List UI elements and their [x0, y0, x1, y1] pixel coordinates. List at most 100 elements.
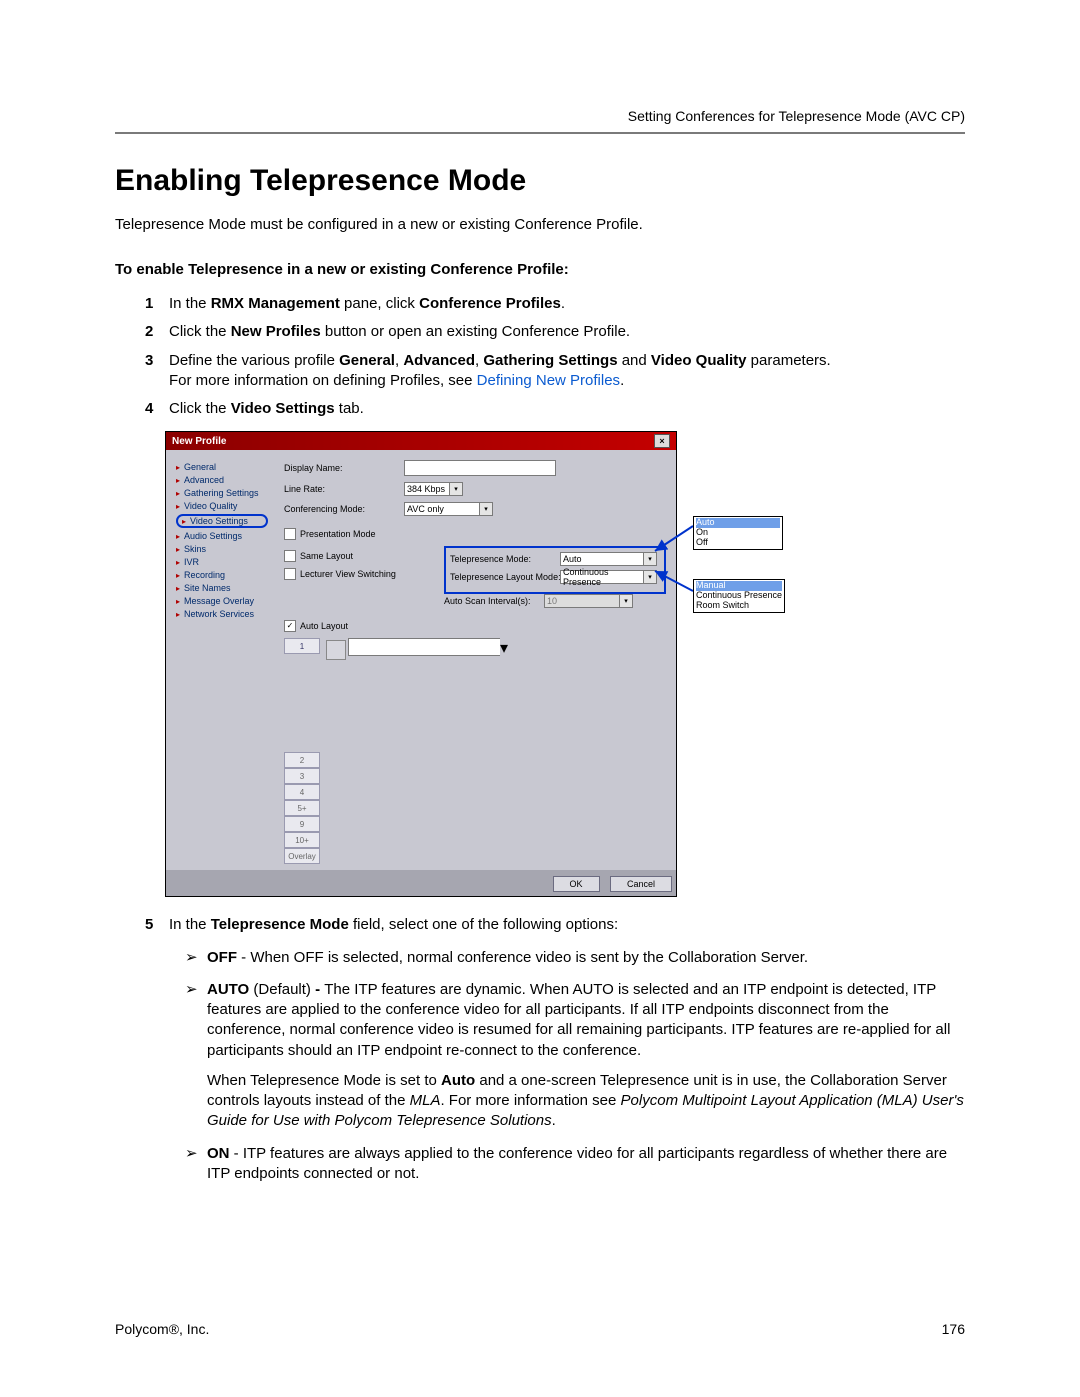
chevron-down-icon: ▾	[479, 502, 493, 516]
nav-video-settings[interactable]: ▸Video Settings	[176, 514, 268, 528]
arrow-icon: ▸	[176, 489, 180, 498]
select-conf-mode[interactable]: AVC only ▾	[404, 502, 493, 516]
close-icon[interactable]: ×	[654, 434, 670, 448]
label-same-layout: Same Layout	[300, 551, 353, 561]
nav-message-overlay[interactable]: ▸Message Overlay	[176, 596, 268, 606]
label-auto-layout: Auto Layout	[300, 621, 348, 631]
step-1: 1 In the RMX Management pane, click Conf…	[145, 294, 965, 314]
select-tp-layout[interactable]: Continuous Presence ▾	[560, 570, 657, 584]
options-list: OFF - When OFF is selected, normal confe…	[185, 948, 965, 1185]
step-number: 4	[145, 399, 169, 419]
procedure-steps: 1 In the RMX Management pane, click Conf…	[145, 294, 965, 419]
step-3: 3 Define the various profile General, Ad…	[145, 351, 965, 392]
checkbox-presentation[interactable]	[284, 528, 296, 540]
step-text: Click the Video Settings tab.	[169, 399, 965, 419]
input-display-name[interactable]	[404, 460, 556, 476]
arrow-icon: ▸	[176, 545, 180, 554]
select-auto-scan[interactable]: 10 ▾	[544, 594, 633, 608]
participants-tab-1[interactable]: 1	[284, 638, 320, 654]
new-profile-dialog: New Profile × ▸General ▸Advanced ▸Gather…	[165, 431, 677, 897]
label-display-name: Display Name:	[284, 463, 404, 473]
page-number: 176	[942, 1321, 965, 1337]
select-layout[interactable]: ▾	[348, 638, 508, 656]
participants-tab-overlay[interactable]: Overlay	[284, 848, 320, 864]
nav-ivr[interactable]: ▸IVR	[176, 557, 268, 567]
step-text: Click the New Profiles button or open an…	[169, 322, 965, 342]
procedure-subhead: To enable Telepresence in a new or exist…	[115, 261, 965, 278]
label-line-rate: Line Rate:	[284, 484, 404, 494]
participants-tab-5plus[interactable]: 5+	[284, 800, 320, 816]
nav-skins[interactable]: ▸Skins	[176, 544, 268, 554]
page-footer: Polycom®, Inc. 176	[115, 1321, 965, 1337]
dialog-form: Display Name: Line Rate: 384 Kbps ▾ Conf…	[274, 450, 676, 870]
dialog-nav: ▸General ▸Advanced ▸Gathering Settings ▸…	[166, 450, 274, 870]
arrow-icon: ▸	[176, 584, 180, 593]
checkbox-same-layout[interactable]	[284, 550, 296, 562]
cancel-button[interactable]: Cancel	[610, 876, 672, 892]
page-title: Enabling Telepresence Mode	[115, 164, 965, 198]
arrow-icon: ▸	[176, 463, 180, 472]
nav-general[interactable]: ▸General	[176, 462, 268, 472]
participants-tab-10plus[interactable]: 10+	[284, 832, 320, 848]
chevron-down-icon: ▾	[449, 482, 463, 496]
checkbox-lecturer[interactable]	[284, 568, 296, 580]
nav-site-names[interactable]: ▸Site Names	[176, 583, 268, 593]
chevron-down-icon: ▾	[619, 594, 633, 608]
option-off: OFF - When OFF is selected, normal confe…	[185, 948, 965, 968]
nav-recording[interactable]: ▸Recording	[176, 570, 268, 580]
arrow-icon: ▸	[176, 532, 180, 541]
procedure-steps-cont: 5 In the Telepresence Mode field, select…	[145, 915, 965, 935]
participants-tab-3[interactable]: 3	[284, 768, 320, 784]
option-auto: AUTO (Default) - The ITP features are dy…	[185, 980, 965, 1132]
step-text: In the Telepresence Mode field, select o…	[169, 915, 965, 935]
dialog-body: ▸General ▸Advanced ▸Gathering Settings ▸…	[166, 450, 676, 870]
label-conf-mode: Conferencing Mode:	[284, 504, 404, 514]
callout-telepresence-layout: Manual Continuous Presence Room Switch	[693, 579, 785, 613]
footer-company: Polycom®, Inc.	[115, 1321, 209, 1337]
chevron-down-icon: ▾	[643, 570, 657, 584]
arrow-icon: ▸	[176, 558, 180, 567]
step-number: 1	[145, 294, 169, 314]
nav-video-quality[interactable]: ▸Video Quality	[176, 501, 268, 511]
select-line-rate[interactable]: 384 Kbps ▾	[404, 482, 463, 496]
step-text: In the RMX Management pane, click Confer…	[169, 294, 965, 314]
step-text: Define the various profile General, Adva…	[169, 351, 965, 392]
arrow-icon: ▸	[176, 502, 180, 511]
step-4: 4 Click the Video Settings tab.	[145, 399, 965, 419]
step-number: 5	[145, 915, 169, 935]
participants-tab-9[interactable]: 9	[284, 816, 320, 832]
layout-thumb[interactable]	[326, 640, 346, 660]
arrow-icon: ▸	[176, 610, 180, 619]
label-tp-layout: Telepresence Layout Mode:	[450, 572, 560, 582]
dialog-screenshot: Auto On Off Manual Continuous Presence R…	[165, 431, 785, 897]
arrow-icon: ▸	[176, 571, 180, 580]
participants-tab-4[interactable]: 4	[284, 784, 320, 800]
ok-button[interactable]: OK	[553, 876, 600, 892]
dialog-footer: OK Cancel	[166, 870, 676, 896]
participants-tab-2[interactable]: 2	[284, 752, 320, 768]
dialog-title-text: New Profile	[172, 436, 226, 447]
label-presentation: Presentation Mode	[300, 529, 376, 539]
nav-advanced[interactable]: ▸Advanced	[176, 475, 268, 485]
intro-text: Telepresence Mode must be configured in …	[115, 216, 965, 233]
step-number: 3	[145, 351, 169, 392]
chevron-down-icon: ▾	[500, 638, 508, 656]
running-header: Setting Conferences for Telepresence Mod…	[115, 108, 965, 124]
step-number: 2	[145, 322, 169, 342]
step-5: 5 In the Telepresence Mode field, select…	[145, 915, 965, 935]
page: Setting Conferences for Telepresence Mod…	[0, 0, 1080, 1397]
select-tp-mode[interactable]: Auto ▾	[560, 552, 657, 566]
checkbox-auto-layout[interactable]: ✓	[284, 620, 296, 632]
dialog-titlebar: New Profile ×	[166, 432, 676, 450]
nav-audio-settings[interactable]: ▸Audio Settings	[176, 531, 268, 541]
chevron-down-icon: ▾	[643, 552, 657, 566]
arrow-icon: ▸	[176, 597, 180, 606]
option-auto-note: When Telepresence Mode is set to Auto an…	[207, 1071, 965, 1132]
nav-gathering[interactable]: ▸Gathering Settings	[176, 488, 268, 498]
link-defining-profiles[interactable]: Defining New Profiles	[477, 372, 620, 389]
nav-network-services[interactable]: ▸Network Services	[176, 609, 268, 619]
label-tp-mode: Telepresence Mode:	[450, 554, 560, 564]
arrow-icon: ▸	[176, 476, 180, 485]
header-rule	[115, 132, 965, 134]
option-on: ON - ITP features are always applied to …	[185, 1144, 965, 1185]
